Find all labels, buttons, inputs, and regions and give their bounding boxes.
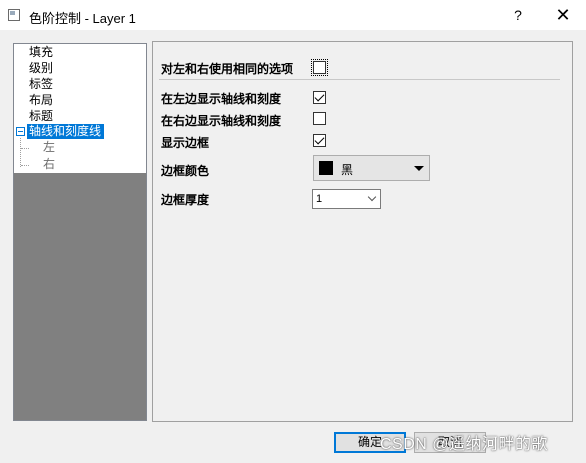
tree-item-levels[interactable]: 级别 bbox=[29, 61, 53, 76]
show-right-label: 在右边显示轴线和刻度 bbox=[161, 114, 282, 128]
show-border-label: 显示边框 bbox=[161, 136, 210, 150]
app-icon bbox=[8, 9, 20, 21]
tree-item-labels[interactable]: 标签 bbox=[29, 77, 53, 92]
tree-connector bbox=[21, 165, 29, 166]
tree-item-left[interactable]: 左 bbox=[43, 140, 55, 155]
border-color-value: 黑 bbox=[341, 163, 354, 177]
border-thickness-label: 边框厚度 bbox=[161, 193, 210, 207]
category-tree[interactable]: 填充 级别 标签 布局 标题 轴线和刻度线 左 右 bbox=[13, 43, 147, 421]
tree-connector bbox=[21, 148, 29, 149]
dropdown-arrow-icon bbox=[414, 166, 424, 171]
border-color-dropdown[interactable]: 黑 bbox=[313, 155, 430, 181]
divider bbox=[159, 79, 560, 80]
tree-item-title[interactable]: 标题 bbox=[29, 109, 53, 124]
tree-item-axes-ticks[interactable]: 轴线和刻度线 bbox=[27, 124, 105, 139]
options-panel: 对左和右使用相同的选项 在左边显示轴线和刻度 在右边显示轴线和刻度 显示边框 边… bbox=[152, 41, 573, 422]
border-color-label: 边框颜色 bbox=[161, 164, 210, 178]
close-button[interactable]: ✕ bbox=[540, 0, 586, 30]
title-bar: 色阶控制 - Layer 1 ? ✕ bbox=[0, 0, 586, 30]
border-thickness-select[interactable]: 1 bbox=[312, 189, 381, 209]
show-right-checkbox[interactable] bbox=[313, 112, 326, 125]
tree-item-layout[interactable]: 布局 bbox=[29, 93, 53, 108]
help-button[interactable]: ? bbox=[495, 0, 541, 30]
watermark: CSDN @遥纳河畔的歌 bbox=[380, 436, 549, 453]
show-left-label: 在左边显示轴线和刻度 bbox=[161, 92, 282, 106]
chevron-down-icon bbox=[367, 192, 377, 202]
show-left-checkbox[interactable] bbox=[313, 91, 326, 104]
color-swatch bbox=[319, 161, 333, 175]
tree-item-right[interactable]: 右 bbox=[43, 157, 55, 172]
collapse-icon[interactable] bbox=[16, 127, 25, 136]
tree-empty-area bbox=[14, 173, 146, 420]
border-thickness-value: 1 bbox=[316, 193, 323, 205]
tree-item-fill[interactable]: 填充 bbox=[29, 45, 53, 60]
same-options-label: 对左和右使用相同的选项 bbox=[161, 62, 294, 76]
tree-connector bbox=[20, 138, 21, 167]
window-title: 色阶控制 - Layer 1 bbox=[29, 11, 136, 26]
same-options-checkbox[interactable] bbox=[311, 59, 328, 76]
show-border-checkbox[interactable] bbox=[313, 134, 326, 147]
